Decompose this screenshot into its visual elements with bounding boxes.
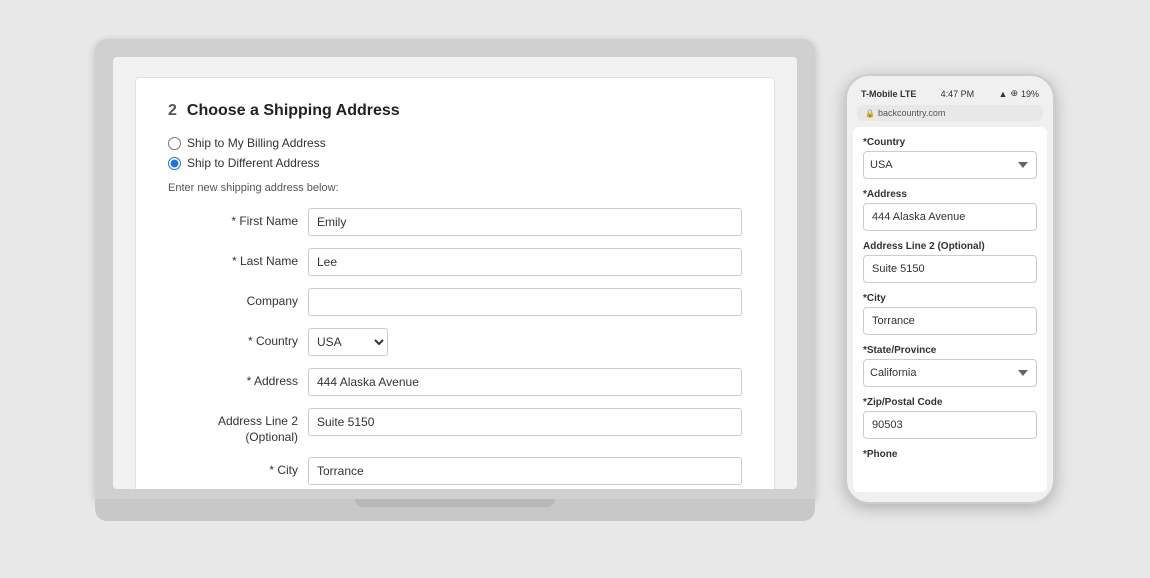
form-row-country: * Country USA Canada UK [168,328,742,356]
mobile-label-city: *City [863,293,1037,304]
input-firstname[interactable] [308,208,742,236]
mobile-label-address: *Address [863,189,1037,200]
mobile-field-phone: *Phone [863,449,1037,460]
phone-outer: T-Mobile LTE 4:47 PM ▲ ⊕ 19% 🔒 backcount… [845,74,1055,504]
carrier-text: T-Mobile LTE [861,89,916,99]
status-icons: ▲ ⊕ 19% [999,88,1039,99]
mobile-input-city[interactable] [863,307,1037,335]
mobile-label-address2: Address Line 2 (Optional) [863,241,1037,252]
label-firstname: * First Name [168,208,298,228]
mobile-label-state: *State/Province [863,345,1037,356]
label-company: Company [168,288,298,308]
laptop-device: 2 Choose a Shipping Address Ship to My B… [95,39,815,539]
form-row-company: Company [168,288,742,316]
laptop-base [95,499,815,521]
input-address[interactable] [308,368,742,396]
mobile-field-country: *Country USA Canada UK [863,137,1037,179]
sub-label-text: Enter new shipping address below: [168,182,742,194]
radio-different-label[interactable]: Ship to Different Address [168,156,742,170]
lock-icon: 🔒 [865,109,875,118]
mobile-select-state[interactable]: California New York Texas [863,359,1037,387]
label-lastname: * Last Name [168,248,298,268]
signal-icon: ▲ [999,89,1008,99]
mobile-field-zip: *Zip/Postal Code [863,397,1037,439]
mobile-field-state: *State/Province California New York Texa… [863,345,1037,387]
input-city[interactable] [308,457,742,485]
mobile-field-address: *Address [863,189,1037,231]
url-text: backcountry.com [878,108,945,118]
mobile-input-address2[interactable] [863,255,1037,283]
section-number: 2 [168,102,177,120]
form-row-city: * City [168,457,742,485]
mobile-field-address2: Address Line 2 (Optional) [863,241,1037,283]
mobile-input-address[interactable] [863,203,1037,231]
section-title-text: Choose a Shipping Address [187,102,400,120]
mobile-field-city: *City [863,293,1037,335]
form-row-address2: Address Line 2(Optional) [168,408,742,445]
label-city: * City [168,457,298,477]
label-address: * Address [168,368,298,388]
mobile-label-country: *Country [863,137,1037,148]
select-country[interactable]: USA Canada UK [308,328,388,356]
wifi-icon: ⊕ [1010,88,1018,99]
section-header: 2 Choose a Shipping Address [168,102,742,120]
radio-different-text: Ship to Different Address [187,156,320,170]
time-text: 4:47 PM [941,89,975,99]
mobile-label-phone: *Phone [863,449,1037,460]
radio-different[interactable] [168,157,181,170]
form-row-lastname: * Last Name [168,248,742,276]
input-lastname[interactable] [308,248,742,276]
input-address2[interactable] [308,408,742,436]
url-bar[interactable]: 🔒 backcountry.com [857,105,1043,121]
laptop-screen: 2 Choose a Shipping Address Ship to My B… [95,39,815,499]
battery-text: 19% [1021,89,1039,99]
radio-billing[interactable] [168,137,181,150]
shipping-options: Ship to My Billing Address Ship to Diffe… [168,136,742,170]
label-country: * Country [168,328,298,348]
phone-content: *Country USA Canada UK *Address Address … [853,127,1047,492]
shipping-form-card: 2 Choose a Shipping Address Ship to My B… [135,77,775,489]
mobile-select-country[interactable]: USA Canada UK [863,151,1037,179]
laptop-content: 2 Choose a Shipping Address Ship to My B… [113,57,797,489]
form-row-address: * Address [168,368,742,396]
mobile-input-zip[interactable] [863,411,1037,439]
radio-billing-text: Ship to My Billing Address [187,136,326,150]
form-row-firstname: * First Name [168,208,742,236]
phone-status-bar: T-Mobile LTE 4:47 PM ▲ ⊕ 19% [853,86,1047,101]
mobile-label-zip: *Zip/Postal Code [863,397,1037,408]
label-address2: Address Line 2(Optional) [168,408,298,445]
radio-billing-label[interactable]: Ship to My Billing Address [168,136,742,150]
mobile-phone-device: T-Mobile LTE 4:47 PM ▲ ⊕ 19% 🔒 backcount… [845,74,1055,504]
input-company[interactable] [308,288,742,316]
